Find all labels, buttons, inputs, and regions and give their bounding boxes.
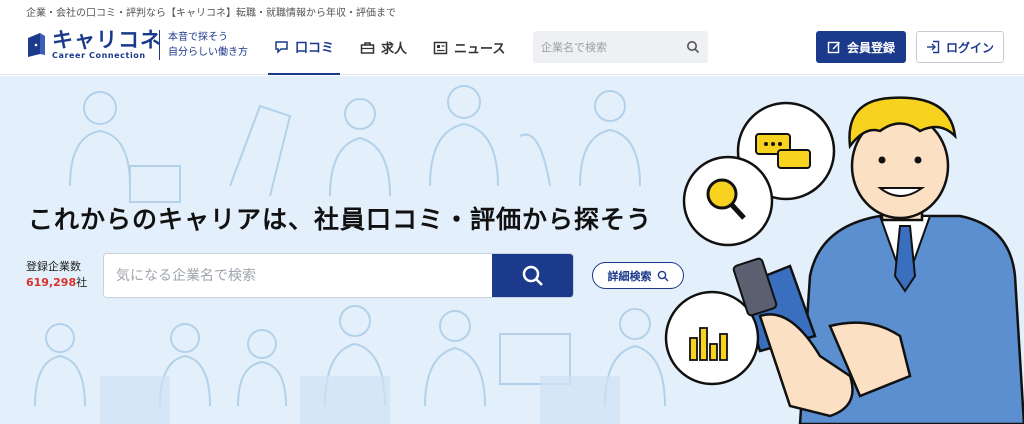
nav-item-reviews[interactable]: 口コミ [268, 20, 341, 75]
register-label: 会員登録 [846, 40, 895, 55]
logo[interactable]: キャリコネ Career Connection [26, 29, 162, 61]
nav-item-label: ニュース [454, 42, 506, 57]
tagline-line: 本音で探そう [168, 32, 228, 43]
search-button[interactable] [492, 254, 573, 297]
hero-illustration [34, 85, 1024, 424]
nav-item-news[interactable]: ニュース [427, 20, 511, 75]
pencil-square-icon [827, 41, 840, 54]
logo-title: キャリコネ [52, 28, 162, 52]
search-icon[interactable] [686, 40, 700, 54]
company-count-value: 619,298 [26, 276, 77, 289]
tagline: 本音で探そう 自分らしい働き方 [159, 30, 248, 60]
chat-icon [275, 40, 288, 54]
login-icon [926, 40, 940, 54]
login-label: ログイン [945, 40, 994, 55]
briefcase-icon [360, 41, 375, 54]
hero-search [103, 253, 574, 298]
site-description: 企業・会社の口コミ・評判なら【キャリコネ】転職・就職情報から年収・評価まで [26, 8, 396, 19]
search-icon [657, 270, 668, 281]
header-search-input[interactable] [533, 31, 673, 63]
hero-section: これからのキャリアは、社員口コミ・評価から探そう 登録企業数 619,298社 … [0, 76, 1024, 424]
nav-item-jobs[interactable]: 求人 [354, 20, 413, 75]
hero-title: これからのキャリアは、社員口コミ・評価から探そう [28, 205, 653, 234]
detail-search-button[interactable]: 詳細検索 [592, 262, 684, 289]
tagline-line: 自分らしい働き方 [168, 47, 248, 58]
login-button[interactable]: ログイン [916, 31, 1004, 63]
company-search-input[interactable] [104, 254, 494, 297]
logo-subtitle: Career Connection [52, 51, 146, 60]
site-header: キャリコネ Career Connection 本音で探そう 自分らしい働き方 … [0, 20, 1024, 75]
news-icon [433, 41, 448, 54]
main-nav: 口コミ 求人 ニュース [268, 20, 525, 75]
detail-search-label: 詳細検索 [607, 269, 652, 283]
search-icon [522, 265, 543, 286]
nav-item-label: 口コミ [295, 41, 335, 56]
header-search [533, 31, 708, 63]
company-count-label: 登録企業数 [26, 260, 81, 273]
company-count: 登録企業数 619,298社 [26, 259, 87, 291]
logo-mark-icon [26, 32, 46, 58]
company-count-unit: 社 [76, 276, 88, 289]
nav-item-label: 求人 [381, 42, 408, 57]
register-button[interactable]: 会員登録 [816, 31, 906, 63]
